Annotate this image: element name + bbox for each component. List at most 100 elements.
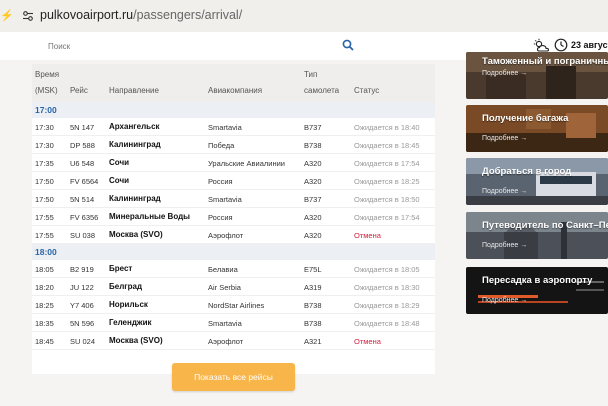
- cell-airline: Победа: [208, 141, 235, 150]
- card-transfer-more[interactable]: Подробнее →: [482, 297, 527, 304]
- card-baggage-title: Получение багажа: [482, 113, 569, 124]
- current-date: 23 августа: [571, 40, 608, 50]
- cell-flight: U6 548: [70, 159, 95, 168]
- table-row[interactable]: 18:35 5N 596 Геленджик Smartavia B738 Ожидает…: [32, 314, 435, 332]
- extension-icon[interactable]: ⚡: [0, 9, 14, 22]
- cell-aircraft: A320: [304, 159, 322, 168]
- cell-status: Ожидается в 18:48: [354, 319, 420, 328]
- cell-direction: Калининград: [109, 140, 161, 149]
- cell-airline: Smartavia: [208, 195, 242, 204]
- cell-direction: Москва (SVO): [109, 336, 163, 345]
- cell-direction: Минеральные Воды: [109, 212, 191, 221]
- cell-flight: 5N 147: [70, 123, 95, 132]
- cell-aircraft: B738: [304, 319, 322, 328]
- browser-url-bar[interactable]: ⚡ pulkovoairport.ru/passengers/arrival/: [0, 0, 608, 32]
- card-baggage[interactable]: Получение багажа Подробнее →: [466, 105, 608, 152]
- header-time: Время (MSK): [35, 70, 59, 96]
- table-row[interactable]: 18:05 B2 919 Брест Белавиа E75L Ожидается в 1…: [32, 260, 435, 278]
- cell-airline: Air Serbia: [208, 283, 241, 292]
- card-guide-title: Путеводитель по Санкт–Пет: [482, 220, 608, 231]
- cell-aircraft: B738: [304, 301, 322, 310]
- cell-flight: 5N 514: [70, 195, 95, 204]
- cell-airline: Россия: [208, 177, 233, 186]
- url-domain: pulkovoairport.ru: [40, 8, 134, 22]
- cell-direction: Архангельск: [109, 122, 160, 131]
- header-time-line1: Время: [35, 70, 60, 79]
- card-to-city-more[interactable]: Подробнее →: [482, 188, 527, 195]
- cell-airline: NordStar Airlines: [208, 301, 265, 310]
- cell-status: Ожидается в 18:05: [354, 265, 420, 274]
- cell-flight: JU 122: [70, 283, 94, 292]
- show-all-flights-button[interactable]: Показать все рейсы: [172, 363, 295, 391]
- card-customs[interactable]: Таможенный и пограничный Подробнее →: [466, 52, 608, 99]
- cell-flight: 5N 596: [70, 319, 95, 328]
- arrivals-table: Время (MSK) Рейс Направление Авиакомпани…: [32, 64, 435, 374]
- card-guide-more[interactable]: Подробнее →: [482, 242, 527, 249]
- header-aircraft-line2: самолета: [304, 86, 340, 95]
- table-row[interactable]: 17:50 5N 514 Калининград Smartavia B737 Ожида…: [32, 190, 435, 208]
- cell-direction: Сочи: [109, 176, 130, 185]
- search-input[interactable]: [34, 34, 360, 58]
- cell-aircraft: B737: [304, 123, 322, 132]
- cell-airline: Россия: [208, 213, 233, 222]
- cell-aircraft: A319: [304, 283, 322, 292]
- table-row[interactable]: 18:25 Y7 406 Норильск NordStar Airlines B738…: [32, 296, 435, 314]
- cell-direction: Белград: [109, 282, 143, 291]
- cell-direction: Калининград: [109, 194, 161, 203]
- cell-flight: SU 038: [70, 231, 96, 240]
- url-text[interactable]: pulkovoairport.ru/passengers/arrival/: [40, 8, 242, 22]
- cell-flight: B2 919: [70, 265, 94, 274]
- cell-aircraft: E75L: [304, 265, 322, 274]
- cell-airline: Аэрофлот: [208, 231, 244, 240]
- card-transfer-title: Пересадка в аэропорту: [482, 275, 593, 286]
- header-aircraft-line1: Тип: [304, 70, 318, 79]
- header-airline: Авиакомпания: [208, 86, 263, 95]
- cell-aircraft: B737: [304, 195, 322, 204]
- card-transfer[interactable]: Пересадка в аэропорту Подробнее →: [466, 267, 608, 314]
- cell-status: Ожидается в 18:29: [354, 301, 420, 310]
- url-path: /passengers/arrival/: [133, 8, 243, 22]
- cell-flight: Y7 406: [70, 301, 94, 310]
- cell-aircraft: B738: [304, 141, 322, 150]
- cell-airline: Smartavia: [208, 123, 242, 132]
- card-customs-more[interactable]: Подробнее →: [482, 70, 527, 77]
- card-to-city-title: Добраться в город: [482, 166, 572, 177]
- table-row[interactable]: 17:50 FV 6564 Сочи Россия A320 Ожидается в 18…: [32, 172, 435, 190]
- cell-time: 18:35: [35, 319, 54, 328]
- card-to-city[interactable]: Добраться в город Подробнее →: [466, 158, 608, 205]
- site-settings-icon[interactable]: [22, 10, 34, 22]
- card-guide[interactable]: Путеводитель по Санкт–Пет Подробнее →: [466, 212, 608, 259]
- cell-airline: Аэрофлот: [208, 337, 244, 346]
- cell-direction: Брест: [109, 264, 133, 273]
- search-icon[interactable]: [342, 39, 354, 51]
- cell-direction: Геленджик: [109, 318, 152, 327]
- table-row[interactable]: 17:55 SU 038 Москва (SVO) Аэрофлот A320 Отмен…: [32, 226, 435, 244]
- cell-aircraft: A320: [304, 213, 322, 222]
- cell-airline: Белавиа: [208, 265, 238, 274]
- cell-airline: Smartavia: [208, 319, 242, 328]
- cell-airline: Уральские Авиалинии: [208, 159, 285, 168]
- cell-time: 17:55: [35, 213, 54, 222]
- table-row[interactable]: 17:35 U6 548 Сочи Уральские Авиалинии A320 Ож…: [32, 154, 435, 172]
- cell-time: 17:50: [35, 195, 54, 204]
- cell-status: Ожидается в 18:30: [354, 283, 420, 292]
- header-aircraft: Тип самолета: [304, 70, 339, 96]
- cell-aircraft: A320: [304, 231, 322, 240]
- cell-time: 17:50: [35, 177, 54, 186]
- cell-flight: SU 024: [70, 337, 96, 346]
- table-header: Время (MSK) Рейс Направление Авиакомпани…: [32, 64, 435, 102]
- table-row[interactable]: 18:45 SU 024 Москва (SVO) Аэрофлот A321 Отмен…: [32, 332, 435, 350]
- cell-time: 17:35: [35, 159, 54, 168]
- cell-status: Ожидается в 18:50: [354, 195, 420, 204]
- cell-direction: Сочи: [109, 158, 130, 167]
- table-row[interactable]: 17:30 5N 147 Архангельск Smartavia B737 Ожида…: [32, 118, 435, 136]
- cell-direction: Москва (SVO): [109, 230, 163, 239]
- table-row[interactable]: 18:20 JU 122 Белград Air Serbia A319 Ожидаетс…: [32, 278, 435, 296]
- table-row[interactable]: 17:55 FV 6356 Минеральные Воды Россия A320 Ож…: [32, 208, 435, 226]
- table-row[interactable]: 17:30 DP 588 Калининград Победа B738 Ожидаетс…: [32, 136, 435, 154]
- cell-status: Отмена: [354, 337, 381, 346]
- card-baggage-more[interactable]: Подробнее →: [482, 135, 527, 142]
- cell-aircraft: A320: [304, 177, 322, 186]
- cell-direction: Норильск: [109, 300, 148, 309]
- cell-time: 18:20: [35, 283, 54, 292]
